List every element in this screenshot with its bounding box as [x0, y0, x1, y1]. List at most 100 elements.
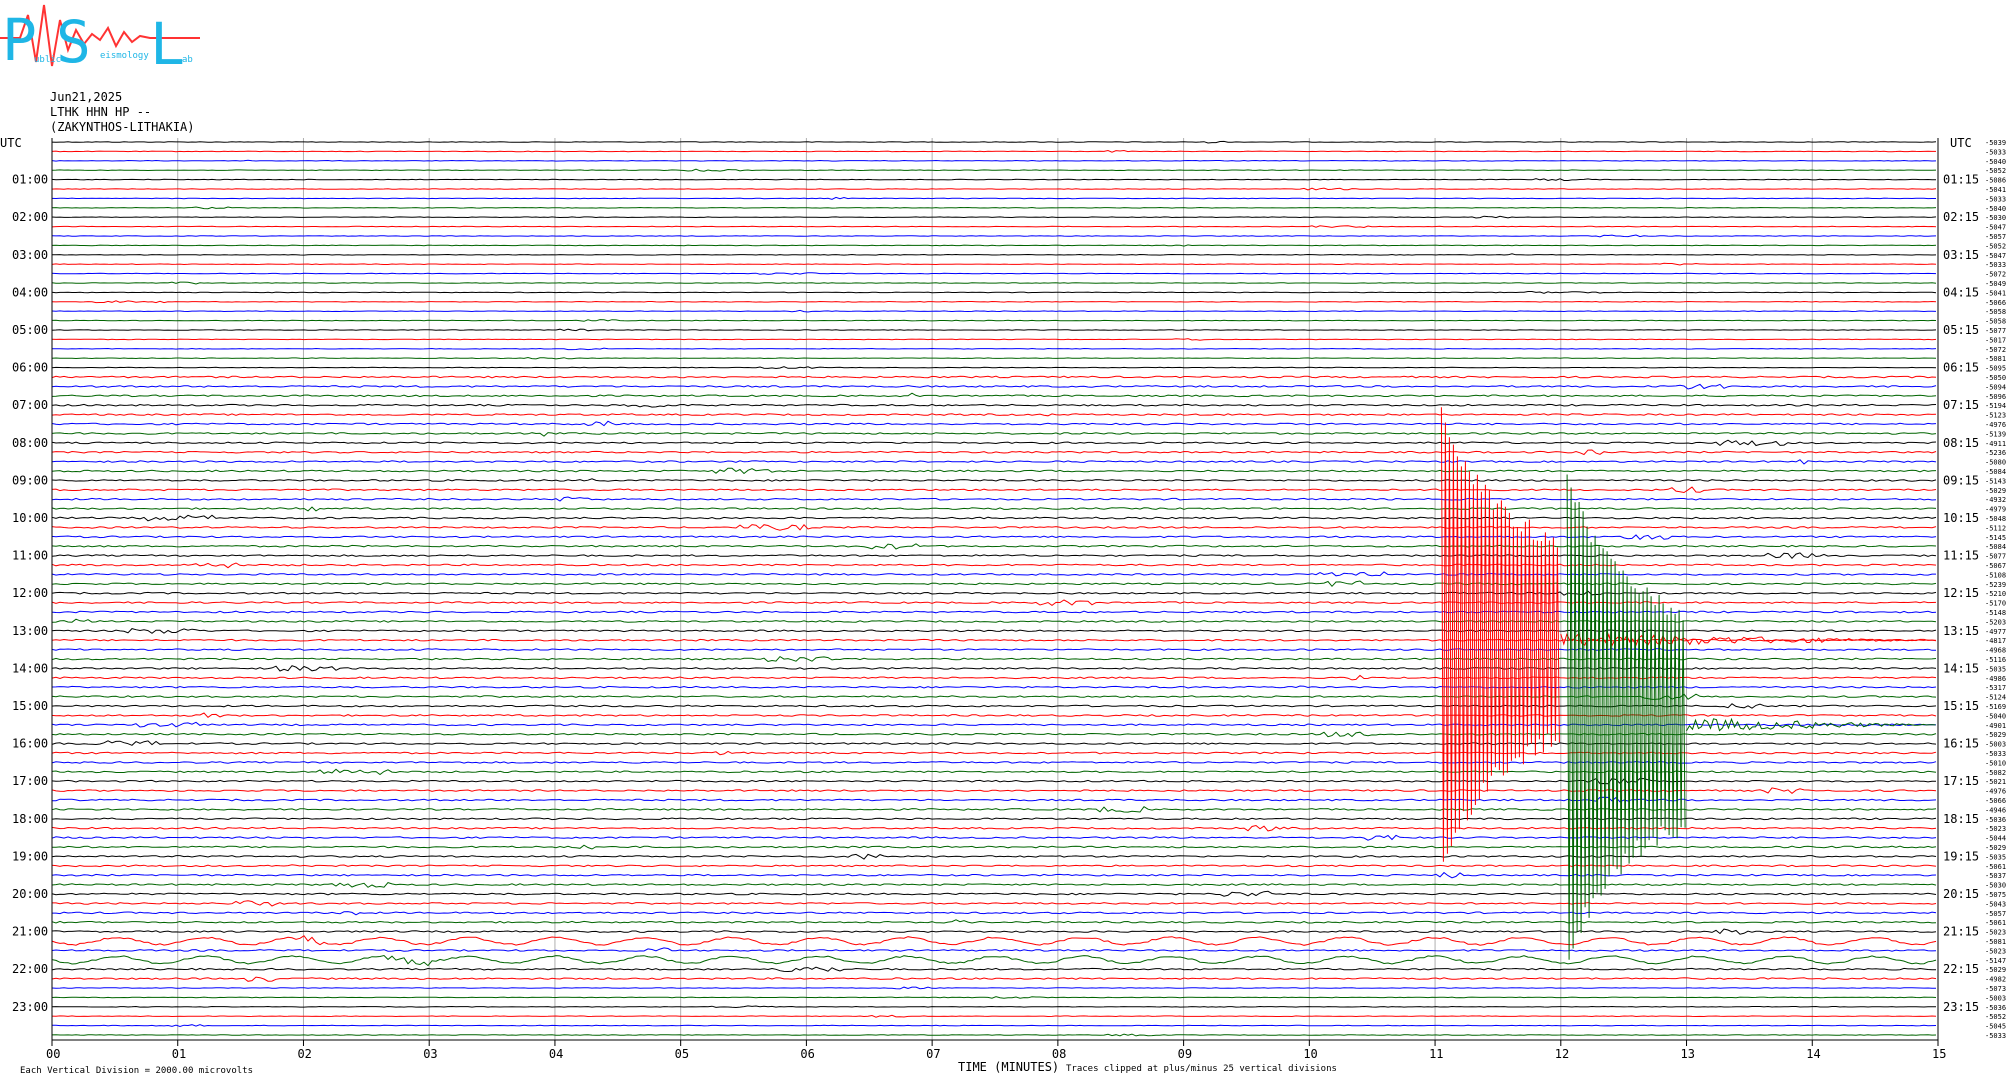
row-offset-label: -5096	[1985, 393, 2006, 401]
row-offset-label: -5072	[1985, 346, 2006, 354]
x-tick-label: 04	[549, 1047, 563, 1061]
row-offset-label: -5094	[1985, 383, 2006, 391]
row-offset-label: -4911	[1985, 440, 2006, 448]
seismic-traces	[51, 140, 1937, 1037]
row-offset-label: -5081	[1985, 938, 2006, 946]
trace-row	[51, 966, 1937, 973]
right-hour-label: 03:15	[1943, 248, 1979, 262]
row-offset-label: -5143	[1985, 477, 2006, 485]
left-hour-label: 19:00	[12, 849, 48, 863]
left-hour-label: 08:00	[12, 436, 48, 450]
trace-row	[51, 420, 1937, 427]
trace-row	[52, 900, 1937, 907]
left-hour-label: 13:00	[12, 624, 48, 638]
trace-row	[51, 721, 1937, 728]
trace-row	[51, 309, 1937, 313]
x-tick-label: 01	[172, 1047, 186, 1061]
left-hour-label: 04:00	[12, 285, 48, 299]
trace-row	[51, 685, 1937, 689]
trace-row	[51, 543, 1937, 550]
right-hour-label: 10:15	[1943, 511, 1979, 525]
row-offset-label: -5139	[1985, 430, 2006, 438]
logo-word-ab: ab	[182, 55, 193, 65]
right-hour-label: 07:15	[1943, 398, 1979, 412]
x-tick-label: 09	[1178, 1047, 1192, 1061]
trace-row	[51, 1033, 1937, 1037]
trace-row	[51, 1005, 1936, 1009]
row-offset-label: -5036	[1985, 816, 2006, 824]
left-hour-label: 01:00	[12, 173, 48, 187]
right-hour-label: 21:15	[1943, 925, 1979, 939]
row-offset-label: -5080	[1985, 459, 2006, 467]
scale-note: Each Vertical Division = 2000.00 microvo…	[20, 1066, 253, 1076]
left-hour-label: 20:00	[12, 887, 48, 901]
row-offset-label: -5210	[1985, 590, 2006, 598]
left-hour-label: 22:00	[12, 962, 48, 976]
row-offset-label: -5040	[1985, 205, 2006, 213]
trace-row	[51, 196, 1936, 200]
trace-row	[51, 590, 1937, 596]
row-offset-label: -5033	[1985, 148, 2006, 156]
row-offset-label: -5073	[1985, 985, 2006, 993]
x-tick-label: 15	[1932, 1047, 1946, 1061]
logo-letter-s: S	[56, 8, 91, 76]
row-offset-label: -5050	[1985, 374, 2006, 382]
trace-row	[51, 215, 1937, 219]
row-offset-label: -5052	[1985, 1013, 2006, 1021]
row-offset-label: -5058	[1985, 308, 2006, 316]
row-offset-label: -4901	[1985, 722, 2006, 730]
trace-row	[51, 947, 1937, 952]
trace-row	[52, 911, 1937, 916]
row-offset-label: -5170	[1985, 600, 2006, 608]
trace-row	[51, 628, 1937, 634]
row-offset-label: -4817	[1985, 637, 2006, 645]
trace-row	[51, 140, 1937, 144]
trace-row	[51, 712, 1937, 718]
trace-row	[51, 272, 1937, 275]
trace-row	[52, 347, 1937, 351]
row-offset-label: -5029	[1985, 966, 2006, 974]
event-burst	[1440, 407, 1560, 862]
row-offset-label: -4986	[1985, 675, 2006, 683]
row-offset-label: -5037	[1985, 872, 2006, 880]
row-offset-label: -5044	[1985, 835, 2006, 843]
row-offset-label: -5047	[1985, 252, 2006, 260]
trace-row	[51, 986, 1936, 990]
left-hour-label: 21:00	[12, 925, 48, 939]
left-hour-label: 14:00	[12, 661, 48, 675]
trace-row	[51, 853, 1937, 860]
row-offset-label: -4976	[1985, 421, 2006, 429]
trace-row	[51, 514, 1937, 522]
trace-row	[51, 478, 1937, 482]
row-offset-label: -5003	[1985, 994, 2006, 1002]
row-offset-label: -5194	[1985, 402, 2006, 410]
trace-row	[51, 919, 1937, 924]
trace-row	[51, 996, 1937, 999]
trace-row	[51, 291, 1937, 294]
trace-row	[51, 638, 1937, 642]
trace-row	[51, 693, 1937, 700]
right-hour-label: 22:15	[1943, 962, 1979, 976]
row-offset-label: -4946	[1985, 806, 2006, 814]
left-hour-label: 18:00	[12, 812, 48, 826]
row-offset-label: -5023	[1985, 929, 2006, 937]
trace-row	[51, 413, 1937, 417]
right-hour-labels: 01:15 02:15 03:15 04:15 05:15 06:15 07:15 08:15…	[1943, 173, 1979, 1014]
trace-row	[51, 149, 1936, 153]
row-offset-label: -5057	[1985, 910, 2006, 918]
row-offset-label: -5081	[1985, 355, 2006, 363]
trace-row	[51, 562, 1937, 569]
trace-row	[51, 534, 1937, 540]
header-date: Jun21,2025	[50, 90, 122, 104]
row-offset-label: -5052	[1985, 242, 2006, 250]
header-station: LTHK HHN HP --	[50, 105, 151, 119]
trace-row	[51, 552, 1937, 560]
row-offset-label: -5108	[1985, 571, 2006, 579]
row-offset-label: -5077	[1985, 327, 2006, 335]
header-location: (ZAKYNTHOS-LITHAKIA)	[50, 120, 195, 134]
row-offset-label: -5317	[1985, 684, 2006, 692]
x-tick-label: 11	[1429, 1047, 1443, 1061]
right-hour-label: 01:15	[1943, 173, 1979, 187]
row-offset-label: -4982	[1985, 976, 2006, 984]
right-hour-label: 12:15	[1943, 586, 1979, 600]
